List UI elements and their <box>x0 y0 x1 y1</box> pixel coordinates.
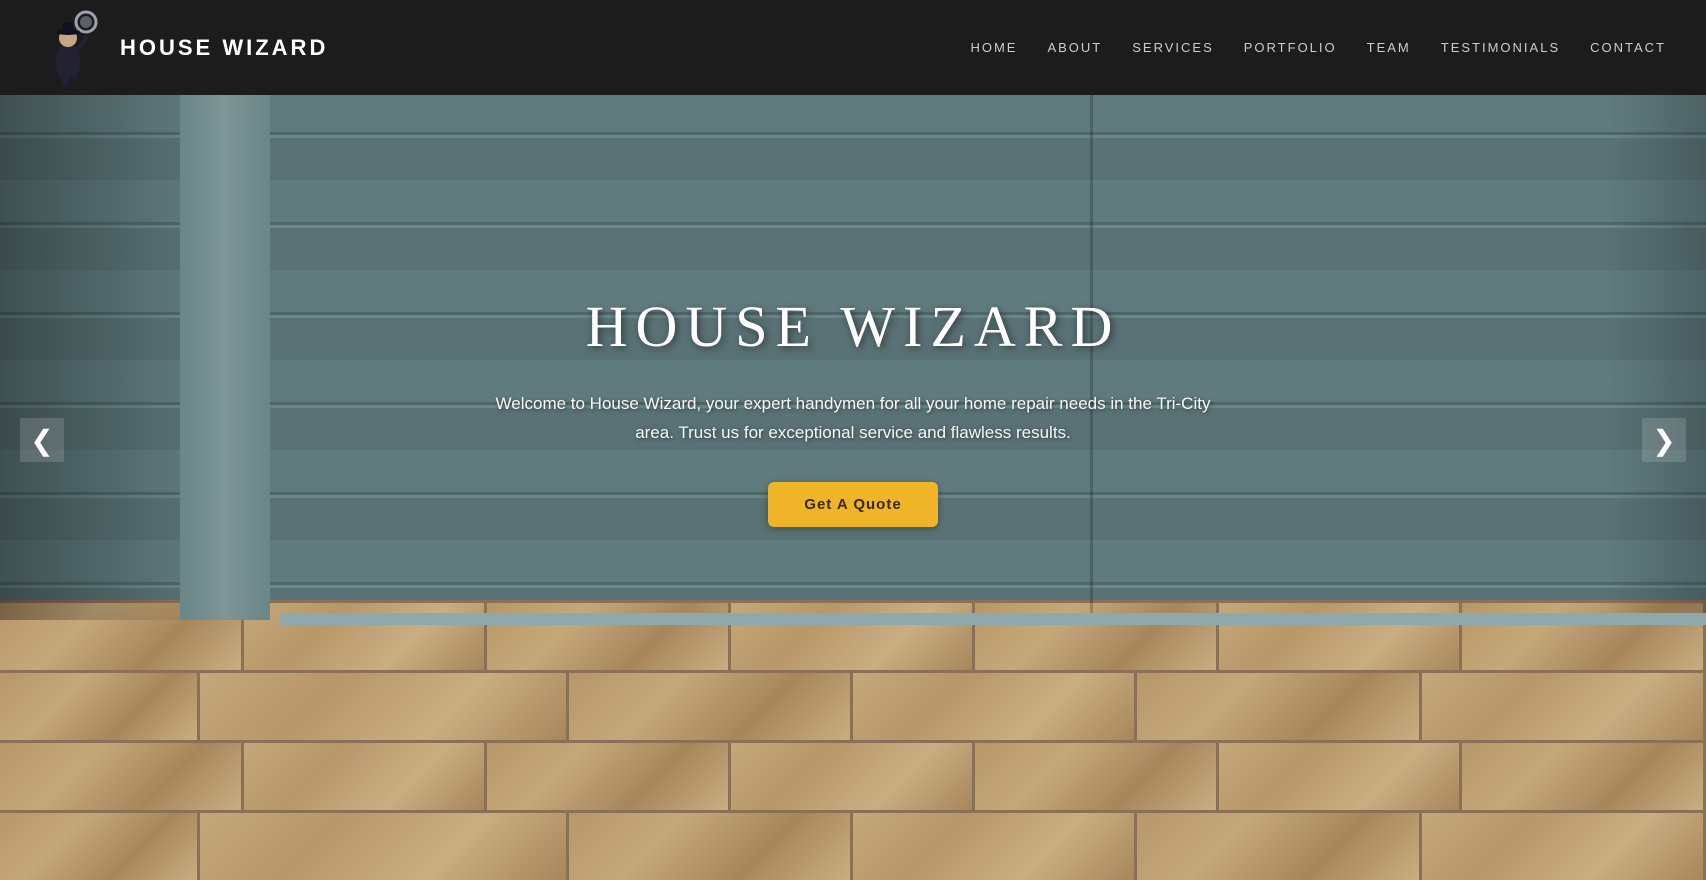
stone <box>1422 813 1706 880</box>
stone-row-4 <box>0 810 1706 880</box>
nav-item-services[interactable]: SERVICES <box>1132 39 1214 57</box>
stone <box>1462 743 1706 810</box>
logo-text: HOUSE WIZARD <box>120 35 328 61</box>
stone-wall <box>0 600 1706 880</box>
nav-link-home[interactable]: HOME <box>970 40 1017 55</box>
get-quote-button[interactable]: Get A Quote <box>768 482 937 527</box>
stone <box>1137 673 1421 740</box>
stone <box>975 743 1219 810</box>
stone <box>244 743 488 810</box>
nav-item-home[interactable]: HOME <box>970 39 1017 57</box>
siding-trim <box>280 613 1706 625</box>
hero-subtitle: Welcome to House Wizard, your expert han… <box>496 390 1211 448</box>
stone <box>0 673 200 740</box>
logo-area[interactable]: HOUSE WIZARD <box>40 8 328 88</box>
stone <box>200 673 569 740</box>
nav-item-contact[interactable]: CONTACT <box>1590 39 1666 57</box>
stone-row-3 <box>0 740 1706 810</box>
nav-item-portfolio[interactable]: PORTFOLIO <box>1244 39 1337 57</box>
nav-link-testimonials[interactable]: TESTIMONIALS <box>1441 40 1560 55</box>
hero-title: HOUSE WIZARD <box>496 293 1211 360</box>
navbar: HOUSE WIZARD HOME ABOUT SERVICES PORTFOL… <box>0 0 1706 95</box>
stone-row-2 <box>0 670 1706 740</box>
nav-link-about[interactable]: ABOUT <box>1047 40 1102 55</box>
nav-link-contact[interactable]: CONTACT <box>1590 40 1666 55</box>
carousel-prev-button[interactable]: ❮ <box>20 418 64 462</box>
nav-link-services[interactable]: SERVICES <box>1132 40 1214 55</box>
stone <box>0 813 200 880</box>
nav-link-team[interactable]: TEAM <box>1367 40 1411 55</box>
stone <box>487 743 731 810</box>
hero-content: HOUSE WIZARD Welcome to House Wizard, yo… <box>456 293 1251 528</box>
stone <box>200 813 569 880</box>
nav-item-team[interactable]: TEAM <box>1367 39 1411 57</box>
nav-links: HOME ABOUT SERVICES PORTFOLIO TEAM TESTI… <box>970 39 1666 57</box>
stone <box>569 813 853 880</box>
stone <box>569 673 853 740</box>
nav-item-about[interactable]: ABOUT <box>1047 39 1102 57</box>
carousel-next-button[interactable]: ❯ <box>1642 418 1686 462</box>
stone <box>1137 813 1421 880</box>
nav-link-portfolio[interactable]: PORTFOLIO <box>1244 40 1337 55</box>
stone <box>853 673 1137 740</box>
nav-item-testimonials[interactable]: TESTIMONIALS <box>1441 39 1560 57</box>
stone <box>1422 673 1706 740</box>
hero-section: ❮ HOUSE WIZARD Welcome to House Wizard, … <box>0 0 1706 880</box>
stone <box>731 743 975 810</box>
wizard-logo-icon <box>40 8 108 88</box>
stone <box>1219 743 1463 810</box>
stone <box>853 813 1137 880</box>
stone <box>0 743 244 810</box>
